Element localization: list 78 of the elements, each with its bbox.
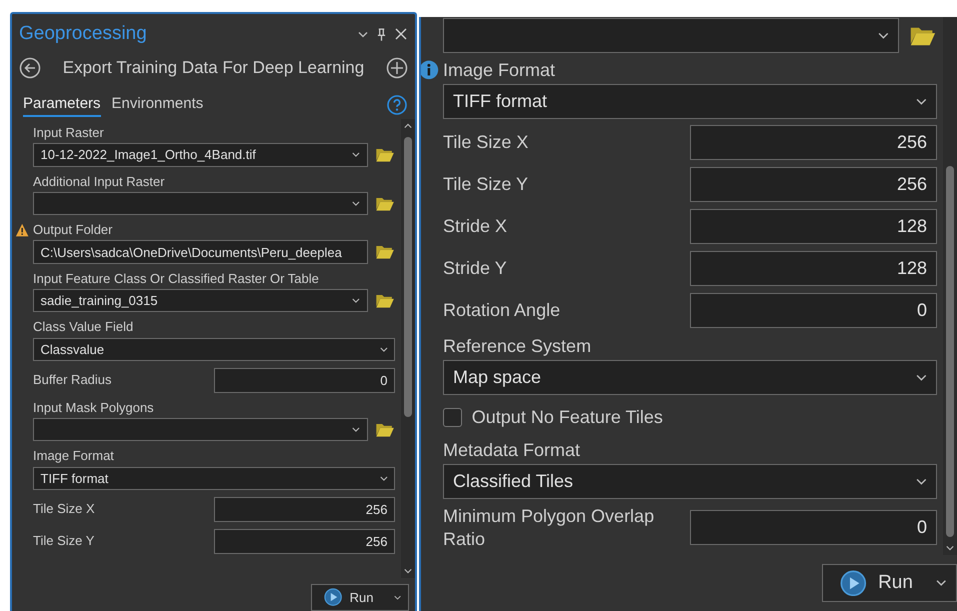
number-field[interactable]: 0 [214,368,395,393]
dropdown-field[interactable]: sadie_training_0315 [33,288,368,312]
parameter-label: Buffer Radius [33,372,113,389]
dropdown-field[interactable]: Classified Tiles [443,464,937,500]
dropdown-field[interactable]: TIFF format [33,466,395,490]
scrollbar[interactable] [943,17,957,555]
play-icon [324,588,342,607]
dropdown-field[interactable] [33,192,368,216]
tool-title: Export Training Data For Deep Learning [62,58,364,78]
folder-icon[interactable] [374,196,395,212]
chevron-down-icon [358,30,368,38]
chevron-down-icon [916,478,927,486]
chevron-down-icon [916,98,927,106]
back-icon[interactable] [19,57,41,79]
chevron-down-icon [916,374,927,382]
folder-icon[interactable] [374,422,395,438]
chevron-down-icon [946,545,954,551]
checkbox[interactable] [443,408,462,427]
tab[interactable]: Parameters [23,93,101,117]
folder-path-field[interactable]: C:\Users\sadca\OneDrive\Documents\Peru_deeplea [33,240,368,264]
play-icon [840,570,867,596]
chevron-down-icon [878,32,890,40]
number-field[interactable]: 256 [214,497,395,522]
parameter-label: Tile Size Y [443,173,530,196]
dropdown-field[interactable]: TIFF format [443,84,937,120]
number-field[interactable]: 256 [690,167,937,202]
tab[interactable]: Environments [112,93,204,117]
number-field[interactable]: 256 [214,529,395,554]
checkbox-label: Output No Feature Tiles [472,406,663,428]
number-field[interactable]: 0 [690,293,937,328]
parameter-label: Tile Size Y [33,533,96,550]
pane-title: Geoprocessing [19,23,147,45]
chevron-down-icon [352,427,360,432]
folder-icon[interactable] [374,292,395,308]
chevron-down-icon [936,579,946,587]
dropdown-field[interactable] [443,18,900,53]
run-button[interactable]: Run [822,564,957,602]
dropdown-field[interactable]: 10-12-2022_Image1_Ortho_4Band.tif [33,143,368,167]
parameter-label: Stride X [443,215,508,238]
number-field[interactable]: 0 [690,510,937,546]
parameter-label: Metadata Format [443,438,580,462]
parameter-label: Tile Size X [33,501,96,518]
dropdown-field[interactable]: Classvalue [33,338,395,361]
parameter-label: Input Mask Polygons [33,400,154,416]
chevron-down-icon [380,346,388,352]
parameter-label: Input Feature Class Or Classified Raster Or Table [33,270,319,287]
parameter-label: Image Format [443,59,556,82]
parameter-label: Class Value Field [33,319,134,336]
parameter-label: Tile Size X [443,131,530,154]
dropdown-field[interactable]: Map space [443,360,937,396]
parameter-label: Image Format [33,448,114,465]
close-icon[interactable] [395,28,407,40]
help-icon[interactable] [387,95,407,115]
folder-icon[interactable] [374,244,395,260]
parameter-label: Rotation Angle [443,299,562,322]
number-field[interactable]: 128 [690,251,937,286]
parameter-label: Reference System [443,335,592,358]
parameter-label: Stride Y [443,257,508,280]
chevron-down-icon [404,568,412,574]
pin-icon[interactable] [377,28,386,40]
folder-icon[interactable] [374,147,395,163]
number-field[interactable]: 128 [690,209,937,244]
chevron-down-icon [352,200,360,206]
folder-icon[interactable] [909,24,937,46]
chevron-down-icon [404,123,412,129]
parameter-label: Input Raster [33,125,104,142]
parameter-label: Additional Input Raster [33,174,165,190]
run-button[interactable]: Run [311,584,409,611]
number-field[interactable]: 256 [690,125,937,160]
parameter-label: Minimum Polygon Overlap Ratio [443,505,656,550]
chevron-down-icon [352,298,360,304]
scrollbar[interactable] [401,119,415,578]
add-icon[interactable] [386,57,408,79]
chevron-down-icon [394,594,402,600]
dropdown-field[interactable] [33,418,368,442]
chevron-down-icon [380,476,388,481]
parameter-label: Output Folder [33,222,112,238]
chevron-down-icon [352,152,360,158]
